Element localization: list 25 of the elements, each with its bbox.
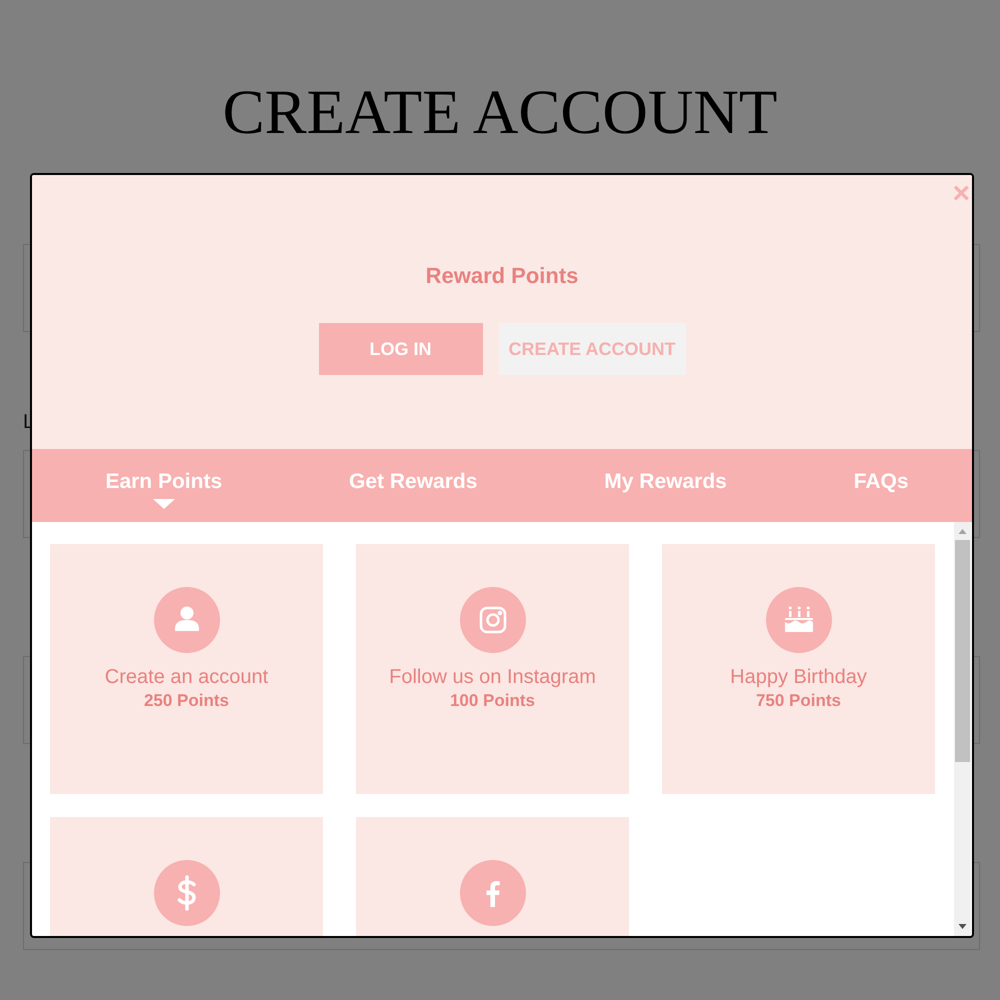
cake-icon xyxy=(766,587,832,653)
tab[interactable]: FAQs xyxy=(854,469,909,495)
dollar-icon xyxy=(154,860,220,926)
tab[interactable]: Get Rewards xyxy=(349,469,478,495)
login-button[interactable]: LOG IN xyxy=(318,323,482,375)
reward-card[interactable]: Happy Birthday 750 Points xyxy=(662,544,935,794)
page-heading: CREATE ACCOUNT xyxy=(222,76,778,149)
caret-icon xyxy=(152,499,175,509)
create-account-button[interactable]: CREATE ACCOUNT xyxy=(498,323,686,375)
modal-title: Reward Points xyxy=(426,263,578,289)
camera-icon xyxy=(460,587,526,653)
person-icon xyxy=(154,587,220,653)
scrollbar[interactable] xyxy=(954,522,971,936)
reward-card[interactable]: Create an account 250 Points xyxy=(50,544,323,794)
reward-points: 100 Points xyxy=(450,691,536,711)
tab[interactable]: Earn Points xyxy=(105,469,222,511)
reward-title: Create an account xyxy=(104,666,268,689)
reward-card[interactable]: Follow us on Instagram 100 Points xyxy=(356,544,629,794)
facebook-icon xyxy=(460,860,526,926)
close-button[interactable]: × xyxy=(952,179,970,209)
tab[interactable]: My Rewards xyxy=(604,469,727,495)
reward-title: Follow us on Instagram xyxy=(389,666,596,689)
reward-points: 750 Points xyxy=(756,691,842,711)
reward-title: Happy Birthday xyxy=(730,666,867,689)
reward-points: 250 Points xyxy=(144,691,230,711)
